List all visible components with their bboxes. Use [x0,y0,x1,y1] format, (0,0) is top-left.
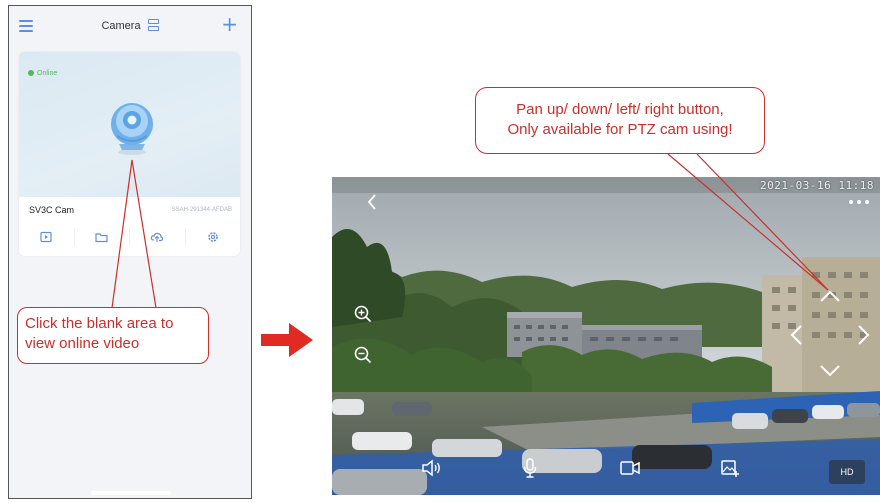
camera-card[interactable]: Online SV3C Cam SSAH-291344-AFDAB [19,52,240,256]
video-record-icon[interactable] [619,460,641,476]
online-dot-icon [28,70,34,76]
camera-preview-area[interactable]: Online [19,52,240,197]
app-header: Camera + [9,6,251,46]
callout-line: Only available for PTZ cam using! [507,121,733,138]
cloud-button[interactable] [130,228,186,246]
page-title: Camera [101,20,141,32]
chevron-down-icon[interactable] [819,364,841,378]
video-timestamp: 2021-03-16 11:18 [760,179,874,192]
snapshot-icon[interactable] [720,458,740,478]
microphone-icon[interactable] [522,457,538,479]
gear-icon [207,232,218,242]
chevron-left-icon[interactable] [789,324,803,346]
status-badge: Online [28,70,57,77]
plus-icon[interactable]: + [221,14,238,34]
camera-id: SSAH-291344-AFDAB [171,207,232,213]
chevron-left-icon[interactable] [366,193,378,211]
status-text: Online [37,70,58,77]
callout-click-blank-area: Click the blank area to view online vide… [17,307,209,364]
cloud-icon [151,232,164,242]
phone-screen: Camera + Online SV3C Cam SSAH-291344-AFD… [8,5,252,499]
zoom-in-icon[interactable] [354,305,372,323]
chevron-right-icon[interactable] [857,324,871,346]
settings-button[interactable] [186,228,241,246]
playback-button[interactable] [19,228,75,246]
callout-line: view online video [25,335,140,352]
folder-button[interactable] [75,228,130,246]
playback-icon [40,231,52,243]
chevron-up-icon[interactable] [819,289,841,303]
live-video-view[interactable]: 2021-03-16 11:18 HD [332,177,880,495]
camera-actions [19,224,240,250]
callout-pan-buttons: Pan up/ down/ left/ right button, Only a… [475,87,765,154]
grid-view-icon[interactable] [148,19,159,31]
more-dots-icon[interactable] [848,199,870,205]
home-indicator [91,491,171,495]
callout-line: Click the blank area to [25,315,174,332]
flow-arrow-icon [261,323,313,357]
quality-button[interactable]: HD [829,460,865,484]
speaker-icon[interactable] [421,458,443,478]
camera-name: SV3C Cam [29,205,75,215]
ptz-camera-icon [111,103,153,155]
zoom-out-icon[interactable] [354,346,372,364]
folder-icon [95,233,108,243]
callout-line: Pan up/ down/ left/ right button, [516,101,724,118]
